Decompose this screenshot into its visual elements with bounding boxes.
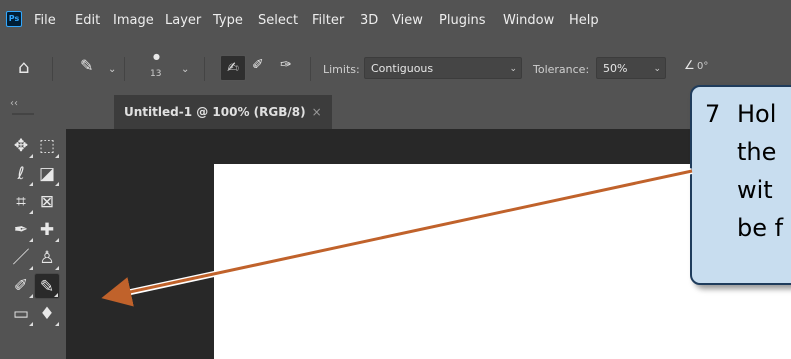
brush-tool-icon[interactable]: ／ [8, 245, 34, 271]
tolerance-value: 50% [603, 62, 628, 75]
chevron-down-icon: ⌄ [653, 64, 661, 74]
brush-picker-caret[interactable]: ⌄ [181, 64, 189, 75]
menu-type[interactable]: Type [213, 13, 243, 28]
brush-dot-icon[interactable]: ● [153, 52, 160, 61]
document-tab-title: Untitled-1 @ 100% (RGB/8) [124, 105, 306, 119]
callout-line: be f [737, 214, 784, 242]
options-divider [204, 57, 205, 81]
menu-filter[interactable]: Filter [312, 13, 344, 28]
callout-line: Hol [737, 100, 777, 128]
tools-panel: ‹‹ ✥ ⬚ ℓ ◪ ⌗ ⊠ ✒ ✚ ／ ♙ ✐ ✎ ▭ ♦ [4, 95, 66, 359]
gradient-tool-icon[interactable]: ▭ [8, 301, 34, 327]
menu-edit[interactable]: Edit [75, 13, 100, 28]
angle-value[interactable]: 0° [697, 61, 708, 72]
home-icon[interactable]: ⌂ [18, 57, 29, 78]
blur-tool-icon[interactable]: ♦ [34, 301, 60, 327]
sampling-background-swatch-icon[interactable]: ✑ [280, 57, 292, 73]
background-eraser-tool-icon[interactable]: ✎ [34, 273, 60, 299]
tolerance-label: Tolerance: [533, 63, 590, 76]
document-tab-bar: Untitled-1 @ 100% (RGB/8) × [66, 95, 791, 129]
background-eraser-icon[interactable]: ✎ [80, 56, 93, 75]
limits-label: Limits: [323, 63, 360, 76]
options-bar: ⌂ ✎ ⌄ ● 13 ⌄ ✍ ✐ ✑ Limits: Contiguous ⌄ … [0, 45, 791, 95]
move-tool-icon[interactable]: ✥ [8, 133, 34, 159]
photoshop-logo-icon: Ps [6, 11, 22, 27]
menu-select[interactable]: Select [258, 13, 298, 28]
menu-view[interactable]: View [392, 13, 423, 28]
document-tab[interactable]: Untitled-1 @ 100% (RGB/8) × [114, 95, 332, 129]
tool-preset-caret[interactable]: ⌄ [108, 64, 116, 75]
menu-bar: Ps File Edit Image Layer Type Select Fil… [0, 0, 791, 40]
brush-size-value[interactable]: 13 [150, 69, 161, 79]
object-selection-tool-icon[interactable]: ◪ [34, 161, 60, 187]
eyedropper-tool-icon[interactable]: ✒ [8, 217, 34, 243]
collapse-toolbar-icon[interactable]: ‹‹ [10, 98, 18, 109]
history-brush-tool-icon[interactable]: ✐ [8, 273, 34, 299]
menu-window[interactable]: Window [503, 13, 554, 28]
close-icon[interactable]: × [312, 105, 322, 119]
menu-help[interactable]: Help [569, 13, 599, 28]
menu-image[interactable]: Image [113, 13, 154, 28]
callout-line: wit [737, 176, 773, 204]
tolerance-field[interactable]: 50% ⌄ [596, 57, 666, 79]
menu-file[interactable]: File [34, 13, 56, 28]
limits-dropdown[interactable]: Contiguous ⌄ [364, 57, 522, 79]
sampling-once-icon[interactable]: ✐ [252, 57, 264, 73]
limits-value: Contiguous [371, 62, 434, 75]
crop-tool-icon[interactable]: ⌗ [8, 189, 34, 215]
sampling-continuous-icon[interactable]: ✍ [220, 55, 246, 81]
options-divider [52, 57, 53, 81]
menu-layer[interactable]: Layer [165, 13, 201, 28]
options-divider [310, 57, 311, 81]
clone-stamp-tool-icon[interactable]: ♙ [34, 245, 60, 271]
marquee-tool-icon[interactable]: ⬚ [34, 133, 60, 159]
callout-step-number: 7 [705, 100, 721, 128]
lasso-tool-icon[interactable]: ℓ [8, 161, 34, 187]
menu-plugins[interactable]: Plugins [439, 13, 486, 28]
toolbar-grip[interactable] [12, 113, 34, 115]
callout-text: Hol the wit be f [737, 95, 783, 247]
frame-tool-icon[interactable]: ⊠ [34, 189, 60, 215]
options-divider [124, 57, 125, 81]
chevron-down-icon: ⌄ [509, 64, 517, 74]
angle-icon: ∠ [684, 58, 695, 72]
healing-brush-tool-icon[interactable]: ✚ [34, 217, 60, 243]
menu-3d[interactable]: 3D [360, 13, 378, 28]
callout-line: the [737, 138, 777, 166]
